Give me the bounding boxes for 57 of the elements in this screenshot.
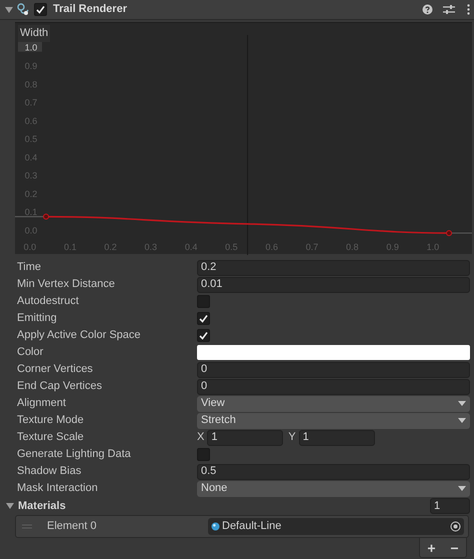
curve-extension-line [449,232,472,234]
object-field[interactable]: Default-Line [208,518,464,535]
property-label: Time [17,260,42,276]
property-label: Shadow Bias [17,464,82,480]
checkbox[interactable] [197,312,210,325]
number-field[interactable]: 1 [298,430,375,446]
x-label: X [197,430,204,446]
more-options-icon[interactable] [467,4,470,15]
materials-label: Materials [18,498,67,514]
property-label: Texture Mode [17,413,85,428]
drag-handle-icon[interactable] [22,524,32,529]
property-label: Autodestruct [17,294,80,310]
add-button[interactable]: + [424,540,439,554]
remove-button[interactable]: − [447,540,462,554]
y-tick-label: 1.0 [24,42,38,53]
help-icon[interactable] [422,4,433,15]
curve-key-point[interactable] [446,230,452,236]
material-sphere-icon [211,522,220,531]
dropdown[interactable]: View [197,396,470,412]
checkbox[interactable] [197,295,210,308]
caret-icon [458,486,466,491]
property-label: Texture Scale [17,430,85,446]
caret-icon [458,418,466,423]
property-label: Generate Lighting Data [17,447,132,462]
object-picker-icon[interactable] [450,521,461,532]
element-label: Element 0 [47,519,98,534]
sliders-icon[interactable] [443,4,455,15]
number-field[interactable]: 0.5 [197,464,470,480]
caret-icon [458,401,466,406]
property-label: Apply Active Color Space [17,328,142,344]
trail-renderer-icon [17,3,30,16]
number-field[interactable]: 1 [207,430,284,446]
number-field[interactable]: 0 [197,362,470,378]
number-field[interactable]: 0 [197,378,470,394]
foldout-arrow-icon[interactable] [5,6,13,14]
checkmark-icon [36,5,45,14]
number-field[interactable]: 0.2 [197,260,470,276]
property-label: Min Vertex Distance [17,277,116,292]
curve-title: Width [18,25,50,42]
checkbox[interactable] [197,329,210,342]
property-label: Corner Vertices [17,362,94,378]
property-label: Color [17,345,44,360]
color-swatch[interactable] [197,345,470,360]
number-field[interactable]: 0.01 [197,276,470,292]
component-title: Trail Renderer [53,2,127,18]
curve-key-point[interactable] [43,214,50,220]
property-label: Alignment [17,396,67,412]
array-size-field[interactable]: 1 [430,498,470,514]
dropdown[interactable]: None [197,480,470,496]
property-label: End Cap Vertices [17,379,103,394]
property-label: Emitting [17,311,58,326]
foldout-arrow-icon[interactable] [6,502,14,510]
property-label: Mask Interaction [17,481,99,496]
dropdown[interactable]: Stretch [197,412,470,428]
checkbox[interactable] [34,3,47,16]
y-label: Y [288,430,296,446]
checkbox[interactable] [197,448,210,461]
